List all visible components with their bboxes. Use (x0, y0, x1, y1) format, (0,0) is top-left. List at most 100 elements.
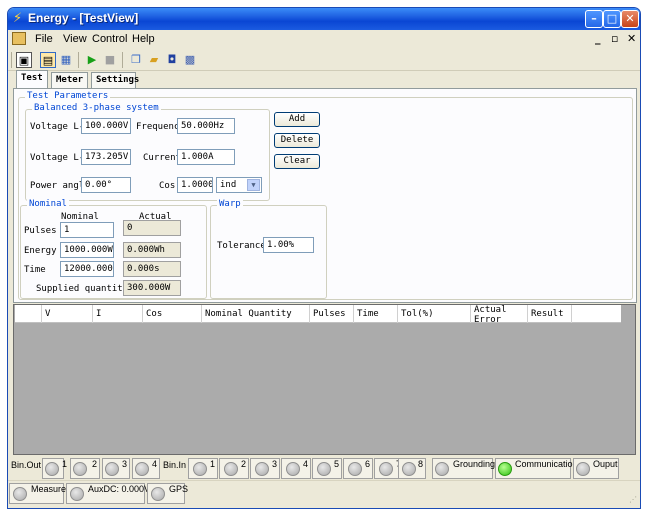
bin-out-2: 2 (70, 458, 100, 479)
open-folder-icon[interactable]: ▰ (146, 52, 162, 68)
results-grid-header: V I Cos Nominal Quantity Pulses Time Tol… (15, 305, 621, 325)
tab-test[interactable]: Test (16, 70, 48, 88)
pulses-label: Pulses (24, 226, 57, 236)
bin-in-3: 3 (250, 458, 280, 479)
nominal-column-header: Nominal (61, 212, 99, 222)
io-status-bar: Bin.Out 1 2 3 4 Bin.In 1 2 3 4 5 6 7 8 G… (8, 456, 640, 480)
bin-in-6-led-icon (348, 462, 362, 476)
export-icon[interactable]: ▩ (182, 52, 198, 68)
bin-in-5: 5 (312, 458, 342, 479)
mdi-close-button[interactable]: ✕ (627, 32, 636, 45)
bin-in-2: 2 (219, 458, 249, 479)
clear-button[interactable]: Clear (274, 154, 320, 169)
supplied-quantity-field: 300.000W (123, 280, 181, 296)
column-header-v[interactable]: V (42, 305, 93, 323)
power-angle-input[interactable]: 0.00° (81, 177, 131, 193)
auxdc-indicator: AuxDC: 0.000V (66, 483, 150, 504)
bin-in-6: 6 (343, 458, 373, 479)
pulses-actual-field: 0 (123, 220, 181, 236)
cos-type-value: ind (220, 180, 237, 190)
column-header-i[interactable]: I (93, 305, 143, 323)
test-tab-page: Test Parameters Balanced 3-phase system … (13, 88, 637, 303)
bin-in-4-led-icon (286, 462, 300, 476)
menu-file[interactable]: File (35, 33, 53, 45)
tab-meter[interactable]: Meter (51, 72, 88, 88)
delete-button[interactable]: Delete (274, 133, 320, 148)
column-header-time[interactable]: Time (354, 305, 398, 323)
app-window: ⚡ Energy - [TestView] – □ ✕ File View Co… (7, 7, 641, 509)
column-header-tol[interactable]: Tol(%) (398, 305, 471, 323)
bin-out-1: 1 (42, 458, 67, 479)
time-nominal-input[interactable]: 12000.000s (60, 261, 114, 277)
column-header-actual-error[interactable]: Actual Error (471, 305, 528, 325)
tab-settings[interactable]: Settings (91, 72, 139, 88)
toolbar-separator (122, 52, 123, 68)
output-indicator: Ouput (573, 458, 619, 479)
column-header-nominal-quantity[interactable]: Nominal Quantity (202, 305, 310, 323)
bin-out-label: Bin.Out (11, 460, 42, 470)
results-grid[interactable]: V I Cos Nominal Quantity Pulses Time Tol… (13, 304, 636, 455)
time-actual-field: 0.000s (123, 261, 181, 277)
bin-out-1-led-icon (45, 462, 59, 476)
tolerance-label: Tolerance (217, 241, 266, 251)
app-menu-icon[interactable] (12, 32, 26, 45)
window-title: Energy - [TestView] (28, 11, 139, 25)
cos-label: Cos (159, 181, 176, 191)
gps-indicator: GPS (147, 483, 188, 504)
mdi-minimize-button[interactable]: _ (595, 32, 601, 45)
voltage-ln-input[interactable]: 100.000V (81, 118, 131, 134)
tolerance-input[interactable]: 1.00% (263, 237, 314, 253)
system-status-bar: Measure AuxDC: 0.000V GPS ⋰ (8, 480, 640, 506)
row-header-corner (15, 305, 42, 323)
column-header-cos[interactable]: Cos (143, 305, 202, 323)
output-led-icon (576, 462, 590, 476)
maximize-button[interactable]: □ (603, 10, 621, 28)
column-header-result[interactable]: Result (528, 305, 572, 323)
mdi-restore-button[interactable]: ▫ (611, 32, 618, 45)
bin-in-8: 8 (398, 458, 426, 479)
minimize-button[interactable]: – (585, 10, 603, 28)
save-icon[interactable]: ◘ (164, 52, 180, 68)
window-icon[interactable]: ▣ (16, 52, 32, 68)
copy-icon[interactable]: ❐ (128, 52, 144, 68)
bin-out-3-led-icon (105, 462, 119, 476)
pulses-nominal-input[interactable]: 1 (60, 222, 114, 238)
warp-title: Warp (217, 199, 243, 209)
test-parameters-title: Test Parameters (25, 91, 111, 101)
bin-in-7-led-icon (379, 462, 393, 476)
menu-view[interactable]: View (63, 33, 87, 45)
lightning-icon: ⚡ (13, 11, 23, 26)
menu-help[interactable]: Help (132, 33, 155, 45)
nominal-group: Nominal Nominal Actual Pulses 1 0 Energy… (20, 199, 207, 299)
cos-input[interactable]: 1.0000 (177, 177, 213, 193)
title-bar[interactable]: ⚡ Energy - [TestView] – □ ✕ (8, 8, 640, 30)
close-button[interactable]: ✕ (621, 10, 639, 28)
measure-indicator: Measure (9, 483, 66, 504)
warp-group: Warp Tolerance 1.00% (210, 199, 327, 299)
column-header-pulses[interactable]: Pulses (310, 305, 354, 323)
bin-out-4: 4 (132, 458, 160, 479)
play-icon[interactable]: ▶ (84, 52, 100, 68)
menu-bar: File View Control Help _ ▫ ✕ (8, 30, 640, 49)
energy-nominal-input[interactable]: 1000.000Wh (60, 242, 114, 258)
toolbar-separator (78, 52, 79, 68)
chevron-down-icon[interactable]: ▼ (247, 179, 260, 191)
bin-in-5-led-icon (317, 462, 331, 476)
current-input[interactable]: 1.000A (177, 149, 235, 165)
bin-in-4: 4 (281, 458, 311, 479)
resize-grip-icon[interactable]: ⋰ (629, 495, 637, 504)
cos-type-select[interactable]: ind ▼ (216, 177, 262, 193)
supplied-quantity-label: Supplied quantity (36, 284, 129, 294)
stop-icon[interactable]: ■ (102, 52, 118, 68)
balanced-system-group: Balanced 3-phase system Voltage L-N 100.… (25, 103, 270, 201)
bin-in-8-led-icon (402, 462, 416, 476)
frequency-input[interactable]: 50.000Hz (177, 118, 235, 134)
menu-control[interactable]: Control (92, 33, 127, 45)
bin-out-2-led-icon (73, 462, 87, 476)
add-button[interactable]: Add (274, 112, 320, 127)
bin-in-1: 1 (188, 458, 218, 479)
voltage-ll-input[interactable]: 173.205V (81, 149, 131, 165)
bin-in-2-led-icon (224, 462, 238, 476)
meter-view-icon[interactable]: ▦ (58, 52, 74, 68)
test-view-icon[interactable]: ▤ (40, 52, 56, 68)
